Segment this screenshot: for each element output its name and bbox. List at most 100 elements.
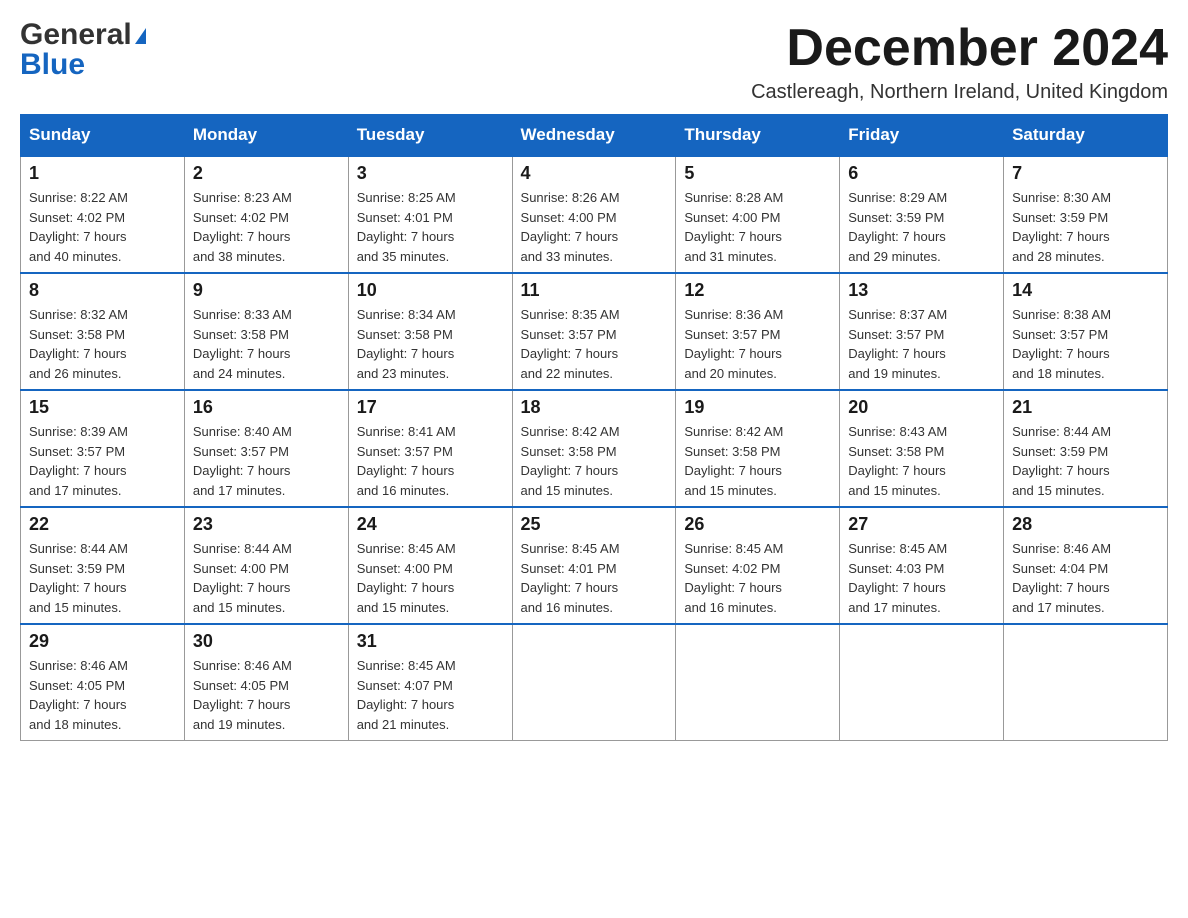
- day-number: 14: [1012, 280, 1159, 301]
- table-row: 1 Sunrise: 8:22 AMSunset: 4:02 PMDayligh…: [21, 156, 185, 273]
- table-row: 5 Sunrise: 8:28 AMSunset: 4:00 PMDayligh…: [676, 156, 840, 273]
- table-row: [1004, 624, 1168, 741]
- day-info: Sunrise: 8:46 AMSunset: 4:05 PMDaylight:…: [193, 656, 340, 734]
- calendar-week-5: 29 Sunrise: 8:46 AMSunset: 4:05 PMDaylig…: [21, 624, 1168, 741]
- day-info: Sunrise: 8:46 AMSunset: 4:05 PMDaylight:…: [29, 656, 176, 734]
- day-info: Sunrise: 8:23 AMSunset: 4:02 PMDaylight:…: [193, 188, 340, 266]
- table-row: 4 Sunrise: 8:26 AMSunset: 4:00 PMDayligh…: [512, 156, 676, 273]
- day-number: 7: [1012, 163, 1159, 184]
- day-number: 8: [29, 280, 176, 301]
- header-tuesday: Tuesday: [348, 115, 512, 157]
- table-row: 18 Sunrise: 8:42 AMSunset: 3:58 PMDaylig…: [512, 390, 676, 507]
- day-number: 19: [684, 397, 831, 418]
- day-number: 3: [357, 163, 504, 184]
- day-info: Sunrise: 8:30 AMSunset: 3:59 PMDaylight:…: [1012, 188, 1159, 266]
- logo-blue: Blue: [20, 48, 85, 82]
- day-number: 16: [193, 397, 340, 418]
- day-info: Sunrise: 8:45 AMSunset: 4:01 PMDaylight:…: [521, 539, 668, 617]
- logo-general: General: [20, 18, 132, 51]
- day-info: Sunrise: 8:37 AMSunset: 3:57 PMDaylight:…: [848, 305, 995, 383]
- day-number: 29: [29, 631, 176, 652]
- day-number: 31: [357, 631, 504, 652]
- header-sunday: Sunday: [21, 115, 185, 157]
- day-info: Sunrise: 8:44 AMSunset: 3:59 PMDaylight:…: [1012, 422, 1159, 500]
- day-info: Sunrise: 8:28 AMSunset: 4:00 PMDaylight:…: [684, 188, 831, 266]
- day-number: 4: [521, 163, 668, 184]
- day-number: 9: [193, 280, 340, 301]
- day-info: Sunrise: 8:29 AMSunset: 3:59 PMDaylight:…: [848, 188, 995, 266]
- day-number: 20: [848, 397, 995, 418]
- location: Castlereagh, Northern Ireland, United Ki…: [751, 81, 1168, 104]
- calendar-week-4: 22 Sunrise: 8:44 AMSunset: 3:59 PMDaylig…: [21, 507, 1168, 624]
- table-row: 8 Sunrise: 8:32 AMSunset: 3:58 PMDayligh…: [21, 273, 185, 390]
- day-info: Sunrise: 8:46 AMSunset: 4:04 PMDaylight:…: [1012, 539, 1159, 617]
- table-row: 15 Sunrise: 8:39 AMSunset: 3:57 PMDaylig…: [21, 390, 185, 507]
- title-block: December 2024 Castlereagh, Northern Irel…: [751, 20, 1168, 104]
- day-info: Sunrise: 8:34 AMSunset: 3:58 PMDaylight:…: [357, 305, 504, 383]
- day-info: Sunrise: 8:40 AMSunset: 3:57 PMDaylight:…: [193, 422, 340, 500]
- day-info: Sunrise: 8:44 AMSunset: 3:59 PMDaylight:…: [29, 539, 176, 617]
- day-number: 5: [684, 163, 831, 184]
- day-number: 10: [357, 280, 504, 301]
- day-number: 23: [193, 514, 340, 535]
- table-row: 6 Sunrise: 8:29 AMSunset: 3:59 PMDayligh…: [840, 156, 1004, 273]
- day-info: Sunrise: 8:38 AMSunset: 3:57 PMDaylight:…: [1012, 305, 1159, 383]
- day-number: 11: [521, 280, 668, 301]
- calendar-table: Sunday Monday Tuesday Wednesday Thursday…: [20, 114, 1168, 741]
- table-row: 29 Sunrise: 8:46 AMSunset: 4:05 PMDaylig…: [21, 624, 185, 741]
- table-row: 13 Sunrise: 8:37 AMSunset: 3:57 PMDaylig…: [840, 273, 1004, 390]
- logo-triangle-icon: [135, 28, 146, 44]
- header-monday: Monday: [184, 115, 348, 157]
- day-info: Sunrise: 8:22 AMSunset: 4:02 PMDaylight:…: [29, 188, 176, 266]
- day-number: 24: [357, 514, 504, 535]
- day-number: 21: [1012, 397, 1159, 418]
- day-number: 17: [357, 397, 504, 418]
- day-info: Sunrise: 8:42 AMSunset: 3:58 PMDaylight:…: [684, 422, 831, 500]
- day-info: Sunrise: 8:26 AMSunset: 4:00 PMDaylight:…: [521, 188, 668, 266]
- table-row: [840, 624, 1004, 741]
- day-number: 18: [521, 397, 668, 418]
- table-row: 7 Sunrise: 8:30 AMSunset: 3:59 PMDayligh…: [1004, 156, 1168, 273]
- calendar-week-1: 1 Sunrise: 8:22 AMSunset: 4:02 PMDayligh…: [21, 156, 1168, 273]
- table-row: 16 Sunrise: 8:40 AMSunset: 3:57 PMDaylig…: [184, 390, 348, 507]
- table-row: [512, 624, 676, 741]
- day-number: 22: [29, 514, 176, 535]
- table-row: 26 Sunrise: 8:45 AMSunset: 4:02 PMDaylig…: [676, 507, 840, 624]
- table-row: 3 Sunrise: 8:25 AMSunset: 4:01 PMDayligh…: [348, 156, 512, 273]
- table-row: [676, 624, 840, 741]
- day-number: 2: [193, 163, 340, 184]
- day-info: Sunrise: 8:36 AMSunset: 3:57 PMDaylight:…: [684, 305, 831, 383]
- logo[interactable]: General Blue: [20, 20, 146, 82]
- day-number: 15: [29, 397, 176, 418]
- day-info: Sunrise: 8:45 AMSunset: 4:00 PMDaylight:…: [357, 539, 504, 617]
- day-info: Sunrise: 8:25 AMSunset: 4:01 PMDaylight:…: [357, 188, 504, 266]
- header-wednesday: Wednesday: [512, 115, 676, 157]
- day-number: 26: [684, 514, 831, 535]
- day-number: 13: [848, 280, 995, 301]
- day-number: 27: [848, 514, 995, 535]
- table-row: 9 Sunrise: 8:33 AMSunset: 3:58 PMDayligh…: [184, 273, 348, 390]
- day-info: Sunrise: 8:39 AMSunset: 3:57 PMDaylight:…: [29, 422, 176, 500]
- table-row: 28 Sunrise: 8:46 AMSunset: 4:04 PMDaylig…: [1004, 507, 1168, 624]
- table-row: 19 Sunrise: 8:42 AMSunset: 3:58 PMDaylig…: [676, 390, 840, 507]
- table-row: 17 Sunrise: 8:41 AMSunset: 3:57 PMDaylig…: [348, 390, 512, 507]
- calendar-week-2: 8 Sunrise: 8:32 AMSunset: 3:58 PMDayligh…: [21, 273, 1168, 390]
- calendar-week-3: 15 Sunrise: 8:39 AMSunset: 3:57 PMDaylig…: [21, 390, 1168, 507]
- day-info: Sunrise: 8:44 AMSunset: 4:00 PMDaylight:…: [193, 539, 340, 617]
- day-info: Sunrise: 8:43 AMSunset: 3:58 PMDaylight:…: [848, 422, 995, 500]
- table-row: 23 Sunrise: 8:44 AMSunset: 4:00 PMDaylig…: [184, 507, 348, 624]
- table-row: 22 Sunrise: 8:44 AMSunset: 3:59 PMDaylig…: [21, 507, 185, 624]
- day-number: 12: [684, 280, 831, 301]
- table-row: 30 Sunrise: 8:46 AMSunset: 4:05 PMDaylig…: [184, 624, 348, 741]
- day-number: 6: [848, 163, 995, 184]
- day-number: 25: [521, 514, 668, 535]
- table-row: 21 Sunrise: 8:44 AMSunset: 3:59 PMDaylig…: [1004, 390, 1168, 507]
- day-info: Sunrise: 8:41 AMSunset: 3:57 PMDaylight:…: [357, 422, 504, 500]
- table-row: 2 Sunrise: 8:23 AMSunset: 4:02 PMDayligh…: [184, 156, 348, 273]
- day-info: Sunrise: 8:45 AMSunset: 4:02 PMDaylight:…: [684, 539, 831, 617]
- day-number: 1: [29, 163, 176, 184]
- table-row: 12 Sunrise: 8:36 AMSunset: 3:57 PMDaylig…: [676, 273, 840, 390]
- table-row: 27 Sunrise: 8:45 AMSunset: 4:03 PMDaylig…: [840, 507, 1004, 624]
- day-info: Sunrise: 8:32 AMSunset: 3:58 PMDaylight:…: [29, 305, 176, 383]
- calendar-header-row: Sunday Monday Tuesday Wednesday Thursday…: [21, 115, 1168, 157]
